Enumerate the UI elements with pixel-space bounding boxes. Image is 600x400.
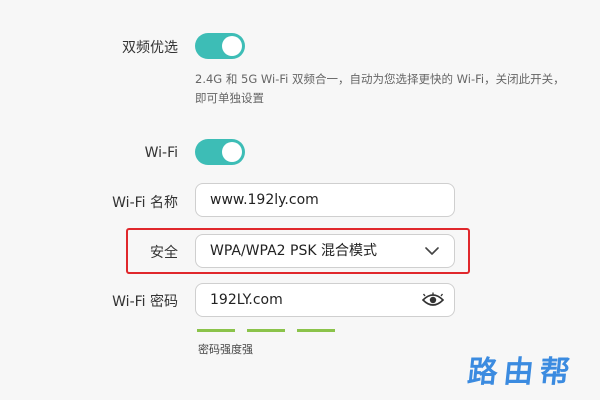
wifi-name-input[interactable]: www.192ly.com (195, 183, 455, 217)
wifi-name-label: Wi-Fi 名称 (112, 195, 178, 211)
toggle-knob (222, 142, 242, 162)
toggle-knob (222, 36, 242, 56)
password-strength-text: 密码强度强 (198, 343, 253, 356)
security-select[interactable]: WPA/WPA2 PSK 混合模式 (195, 234, 455, 268)
watermark-logo: 路由帮 (465, 355, 578, 390)
strength-bar-1 (197, 329, 235, 332)
dual-band-label: 双频优选 (122, 40, 178, 56)
wifi-toggle[interactable] (195, 139, 245, 165)
strength-bar-2 (247, 329, 285, 332)
security-value: WPA/WPA2 PSK 混合模式 (210, 243, 377, 259)
wifi-settings-page: 双频优选 2.4G 和 5G Wi-Fi 双频合一，自动为您选择更快的 Wi-F… (0, 0, 600, 400)
wifi-password-label: Wi-Fi 密码 (112, 294, 178, 310)
strength-bar-3 (297, 329, 335, 332)
eye-icon[interactable] (422, 292, 444, 308)
wifi-label: Wi-Fi (144, 145, 178, 161)
wifi-password-input[interactable]: 192LY.com (195, 283, 455, 317)
wifi-name-value: www.192ly.com (210, 192, 319, 208)
wifi-password-value: 192LY.com (210, 292, 283, 308)
dual-band-description: 2.4G 和 5G Wi-Fi 双频合一，自动为您选择更快的 Wi-Fi，关闭此… (195, 72, 565, 105)
chevron-down-icon (425, 247, 439, 255)
security-label: 安全 (150, 245, 178, 261)
dual-band-toggle[interactable] (195, 33, 245, 59)
